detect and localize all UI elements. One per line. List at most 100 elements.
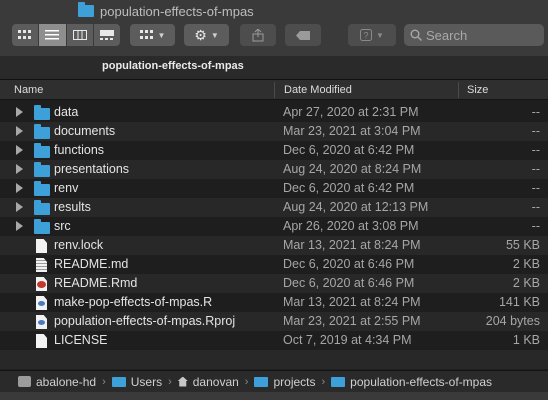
- disclosure-triangle-icon[interactable]: [16, 145, 23, 155]
- file-date-modified: Mar 13, 2021 at 8:24 PM: [283, 238, 421, 252]
- disclosure-triangle-icon[interactable]: [16, 221, 23, 231]
- file-name: documents: [54, 124, 116, 138]
- disclosure-triangle-icon[interactable]: [16, 164, 23, 174]
- icon-view-button[interactable]: [12, 24, 40, 46]
- file-date-modified: Mar 13, 2021 at 8:24 PM: [283, 295, 421, 309]
- file-date-modified: Apr 26, 2020 at 3:08 PM: [283, 219, 419, 233]
- name-column-header[interactable]: Name: [14, 84, 43, 96]
- view-mode-control: [12, 24, 120, 46]
- path-item-disk[interactable]: abalone-hd: [18, 375, 96, 389]
- text-document-icon: [34, 258, 47, 272]
- file-row[interactable]: functions Dec 6, 2020 at 6:42 PM --: [0, 141, 548, 160]
- file-size: 2 KB: [512, 257, 540, 271]
- disclosure-triangle-icon[interactable]: [16, 202, 23, 212]
- file-date-modified: Aug 24, 2020 at 12:13 PM: [283, 200, 429, 214]
- action-button[interactable]: ⚙ ▼: [184, 24, 229, 46]
- path-item-projects[interactable]: projects: [254, 374, 316, 389]
- date-modified-column-header[interactable]: Date Modified: [284, 84, 352, 96]
- path-item-label: abalone-hd: [36, 374, 97, 389]
- tab-bar: population-effects-of-mpas: [0, 56, 548, 80]
- file-date-modified: Mar 23, 2021 at 3:04 PM: [283, 124, 421, 138]
- file-row[interactable]: data Apr 27, 2020 at 2:31 PM --: [0, 103, 548, 122]
- file-name: presentations: [54, 162, 130, 176]
- column-divider[interactable]: [274, 82, 275, 98]
- disclosure-triangle-icon[interactable]: [16, 107, 23, 117]
- file-size: --: [531, 162, 540, 176]
- toolbar: population-effects-of-mpas ▼ ⚙ ▼ ? ▼ Sea…: [0, 0, 548, 56]
- chevron-right-icon: ›: [102, 375, 106, 388]
- help-button[interactable]: ? ▼: [348, 24, 396, 46]
- column-divider[interactable]: [458, 82, 459, 98]
- folder-icon: [78, 2, 94, 17]
- hard-disk-icon: [18, 376, 31, 387]
- file-name: README.Rmd: [54, 276, 138, 290]
- search-field[interactable]: [404, 24, 544, 46]
- list-view-button[interactable]: [39, 24, 67, 46]
- file-name: population-effects-of-mpas.Rproj: [54, 314, 236, 328]
- file-date-modified: Dec 6, 2020 at 6:42 PM: [283, 143, 415, 157]
- column-view-button[interactable]: [66, 24, 94, 46]
- file-row[interactable]: README.Rmd Dec 6, 2020 at 6:46 PM 2 KB: [0, 274, 548, 293]
- gallery-view-button[interactable]: [93, 24, 120, 46]
- window-title-text: population-effects-of-mpas: [100, 3, 254, 19]
- file-size: --: [531, 143, 540, 157]
- file-size: 204 bytes: [485, 314, 540, 328]
- file-row[interactable]: README.md Dec 6, 2020 at 6:46 PM 2 KB: [0, 255, 548, 274]
- path-item-label: projects: [273, 374, 316, 389]
- disclosure-triangle-icon[interactable]: [16, 183, 23, 193]
- document-icon: [34, 334, 47, 348]
- chevron-down-icon: ▼: [157, 30, 166, 40]
- file-date-modified: Dec 6, 2020 at 6:46 PM: [283, 276, 415, 290]
- window-title: population-effects-of-mpas: [78, 2, 254, 20]
- file-size: --: [531, 124, 540, 138]
- file-row[interactable]: renv Dec 6, 2020 at 6:42 PM --: [0, 179, 548, 198]
- file-size: --: [531, 181, 540, 195]
- file-row[interactable]: make-pop-effects-of-mpas.R Mar 13, 2021 a…: [0, 293, 548, 312]
- disclosure-triangle-icon[interactable]: [16, 126, 23, 136]
- rmarkdown-file-icon: [34, 277, 47, 291]
- file-row[interactable]: LICENSE Oct 7, 2019 at 4:34 PM 1 KB: [0, 331, 548, 350]
- file-name: README.md: [54, 257, 129, 271]
- size-column-header[interactable]: Size: [467, 84, 488, 96]
- window-bottom-edge: [0, 392, 548, 400]
- path-item-current[interactable]: population-effects-of-mpas: [331, 375, 492, 389]
- empty-row: [0, 350, 548, 369]
- chevron-right-icon: ›: [244, 375, 249, 388]
- file-row[interactable]: renv.lock Mar 13, 2021 at 8:24 PM 55 KB: [0, 236, 548, 255]
- document-icon: [34, 239, 47, 253]
- file-name: data: [54, 105, 79, 119]
- file-date-modified: Apr 27, 2020 at 2:31 PM: [283, 105, 419, 119]
- edit-tags-button[interactable]: [285, 24, 321, 46]
- file-name: functions: [54, 143, 105, 157]
- file-date-modified: Dec 6, 2020 at 6:46 PM: [283, 257, 415, 271]
- file-name: renv: [54, 181, 79, 195]
- path-item-home[interactable]: danovan: [177, 375, 239, 389]
- share-button[interactable]: [240, 24, 276, 46]
- gear-icon: ⚙: [194, 26, 207, 43]
- share-icon: [252, 28, 264, 41]
- search-input[interactable]: [426, 27, 536, 43]
- gallery-view-icon: [99, 30, 114, 40]
- tag-icon: [296, 30, 310, 40]
- chevron-down-icon: ▼: [376, 30, 384, 40]
- file-date-modified: Dec 6, 2020 at 6:42 PM: [283, 181, 415, 195]
- icon-view-icon: [18, 30, 32, 39]
- file-row[interactable]: results Aug 24, 2020 at 12:13 PM --: [0, 198, 548, 217]
- file-size: --: [531, 105, 540, 119]
- folder-icon: [331, 376, 346, 387]
- r-script-icon: [34, 315, 47, 329]
- file-row[interactable]: documents Mar 23, 2021 at 3:04 PM --: [0, 122, 548, 141]
- chevron-right-icon: ›: [168, 375, 172, 388]
- path-item-users[interactable]: Users: [111, 375, 162, 389]
- path-item-label: population-effects-of-mpas: [350, 374, 493, 389]
- group-by-button[interactable]: ▼: [130, 24, 175, 46]
- tab-title[interactable]: population-effects-of-mpas: [102, 60, 244, 72]
- file-row[interactable]: population-effects-of-mpas.Rproj Mar 23, …: [0, 312, 548, 331]
- file-size: --: [531, 219, 540, 233]
- path-bar: abalone-hd › Users › danovan › projects …: [0, 370, 548, 392]
- file-row[interactable]: src Apr 26, 2020 at 3:08 PM --: [0, 217, 548, 236]
- folder-icon: [34, 200, 50, 215]
- folder-icon: [34, 105, 50, 120]
- chevron-down-icon: ▼: [210, 30, 219, 40]
- file-row[interactable]: presentations Aug 24, 2020 at 8:24 PM --: [0, 160, 548, 179]
